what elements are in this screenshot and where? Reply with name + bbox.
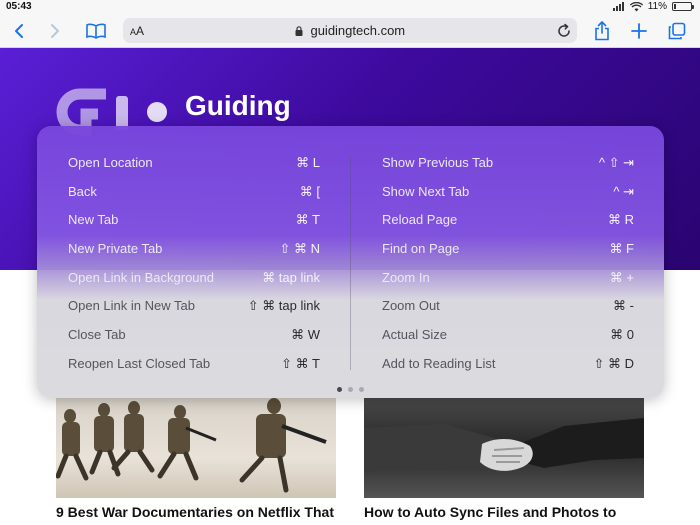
address-bar[interactable]: AA guidingtech.com	[123, 18, 577, 43]
shortcut-back: Back ⌘ [	[68, 178, 320, 207]
article-thumbnail[interactable]	[56, 398, 336, 498]
article-thumbnail[interactable]	[364, 398, 644, 498]
shortcut-zoom-out: Zoom Out ⌘ -	[382, 292, 634, 321]
shortcut-label: Open Link in Background	[68, 269, 214, 285]
shortcut-zoom-in: Zoom In ⌘ +	[382, 264, 634, 293]
article-title[interactable]: How to Auto Sync Files and Photos to	[364, 504, 654, 520]
shortcut-keys: ⇧ ⌘ tap link	[247, 298, 320, 314]
page-dot[interactable]	[359, 387, 364, 392]
article-title[interactable]: 9 Best War Documentaries on Netflix That	[56, 504, 346, 520]
bookmarks-icon[interactable]	[83, 18, 109, 44]
shortcut-label: Reopen Last Closed Tab	[68, 355, 211, 371]
shortcut-keys: ⇧ ⌘ T	[281, 355, 320, 371]
shortcut-label: Open Link in New Tab	[68, 298, 195, 314]
shortcut-close-tab: Close Tab ⌘ W	[68, 321, 320, 350]
shortcut-label: New Tab	[68, 212, 119, 228]
page-dot[interactable]	[348, 387, 353, 392]
shortcut-open-link-background: Open Link in Background ⌘ tap link	[68, 264, 320, 293]
shortcut-label: Open Location	[68, 155, 153, 170]
shortcuts-column-left: Open Location ⌘ L Back ⌘ [ New Tab ⌘ T New …	[68, 149, 320, 379]
shortcuts-column-right: Show Previous Tab ^ ⇧ ⇥ Show Next Tab ^ ⇥ …	[382, 149, 634, 379]
shortcut-find-on-page: Find on Page ⌘ F	[382, 235, 634, 264]
shortcut-keys: ⌘ +	[609, 269, 634, 285]
shortcut-add-reading-list: Add to Reading List ⇧ ⌘ D	[382, 350, 634, 379]
shortcut-label: Close Tab	[68, 327, 126, 343]
handshake-photo-icon	[364, 418, 644, 472]
site-brand-name: Guiding	[185, 90, 291, 121]
battery-percent: 11%	[647, 1, 667, 12]
shortcut-new-tab: New Tab ⌘ T	[68, 206, 320, 235]
shortcut-new-private-tab: New Private Tab ⇧ ⌘ N	[68, 235, 320, 264]
shortcut-keys: ⌘ -	[613, 298, 634, 314]
shortcut-label: Actual Size	[382, 327, 448, 343]
url-text: guidingtech.com	[310, 23, 406, 38]
shortcut-show-previous-tab: Show Previous Tab ^ ⇧ ⇥	[382, 149, 634, 178]
shortcut-keys: ⌘ 0	[610, 327, 634, 343]
shortcut-reload-page: Reload Page ⌘ R	[382, 206, 634, 235]
shortcut-label: Show Previous Tab	[382, 155, 494, 170]
column-divider	[350, 156, 351, 370]
forward-icon[interactable]	[42, 18, 68, 44]
shortcut-keys: ⌘ W	[291, 327, 320, 343]
shortcut-keys: ^ ⇧ ⇥	[598, 155, 634, 170]
shortcut-keys: ⌘ L	[296, 155, 320, 170]
shortcut-keys: ^ ⇥	[613, 183, 634, 199]
status-time: 05:43	[6, 1, 32, 12]
keyboard-shortcuts-overlay: Open Location ⌘ L Back ⌘ [ New Tab ⌘ T New …	[37, 126, 664, 398]
cellular-icon	[612, 2, 624, 11]
soldiers-photo-icon	[56, 398, 327, 493]
browser-toolbar: AA guidingtech.com	[0, 14, 700, 48]
shortcut-reopen-closed-tab: Reopen Last Closed Tab ⇧ ⌘ T	[68, 350, 320, 379]
shortcut-keys: ⇧ ⌘ N	[279, 241, 320, 257]
shortcut-open-link-new-tab: Open Link in New Tab ⇧ ⌘ tap link	[68, 292, 320, 321]
shortcut-label: Find on Page	[382, 241, 460, 257]
shortcut-keys: ⇧ ⌘ D	[593, 355, 634, 371]
status-bar: 05:43 11%	[0, 0, 700, 14]
page-dot[interactable]	[337, 387, 342, 392]
shortcut-keys: ⌘ F	[609, 241, 634, 257]
shortcut-label: Back	[68, 183, 97, 199]
shortcut-keys: ⌘ [	[299, 183, 320, 199]
reload-icon[interactable]	[555, 22, 573, 40]
page-indicator[interactable]	[337, 387, 364, 392]
wifi-icon	[629, 1, 643, 11]
tabs-overview-icon[interactable]	[664, 18, 690, 44]
new-tab-icon[interactable]	[626, 18, 652, 44]
shortcut-keys: ⌘ tap link	[262, 269, 320, 285]
share-icon[interactable]	[589, 18, 615, 44]
shortcut-actual-size: Actual Size ⌘ 0	[382, 321, 634, 350]
shortcut-label: Add to Reading List	[382, 355, 496, 371]
battery-icon	[672, 2, 694, 11]
shortcut-label: Zoom Out	[382, 298, 440, 314]
shortcut-label: Zoom In	[382, 269, 430, 285]
shortcut-label: Show Next Tab	[382, 183, 470, 199]
shortcut-keys: ⌘ R	[608, 212, 634, 228]
shortcut-show-next-tab: Show Next Tab ^ ⇥	[382, 178, 634, 207]
shortcut-open-location: Open Location ⌘ L	[68, 149, 320, 178]
shortcut-keys: ⌘ T	[295, 212, 320, 228]
shortcut-label: Reload Page	[382, 212, 458, 228]
shortcut-label: New Private Tab	[68, 241, 163, 257]
lock-icon	[295, 26, 303, 36]
back-icon[interactable]	[6, 18, 32, 44]
